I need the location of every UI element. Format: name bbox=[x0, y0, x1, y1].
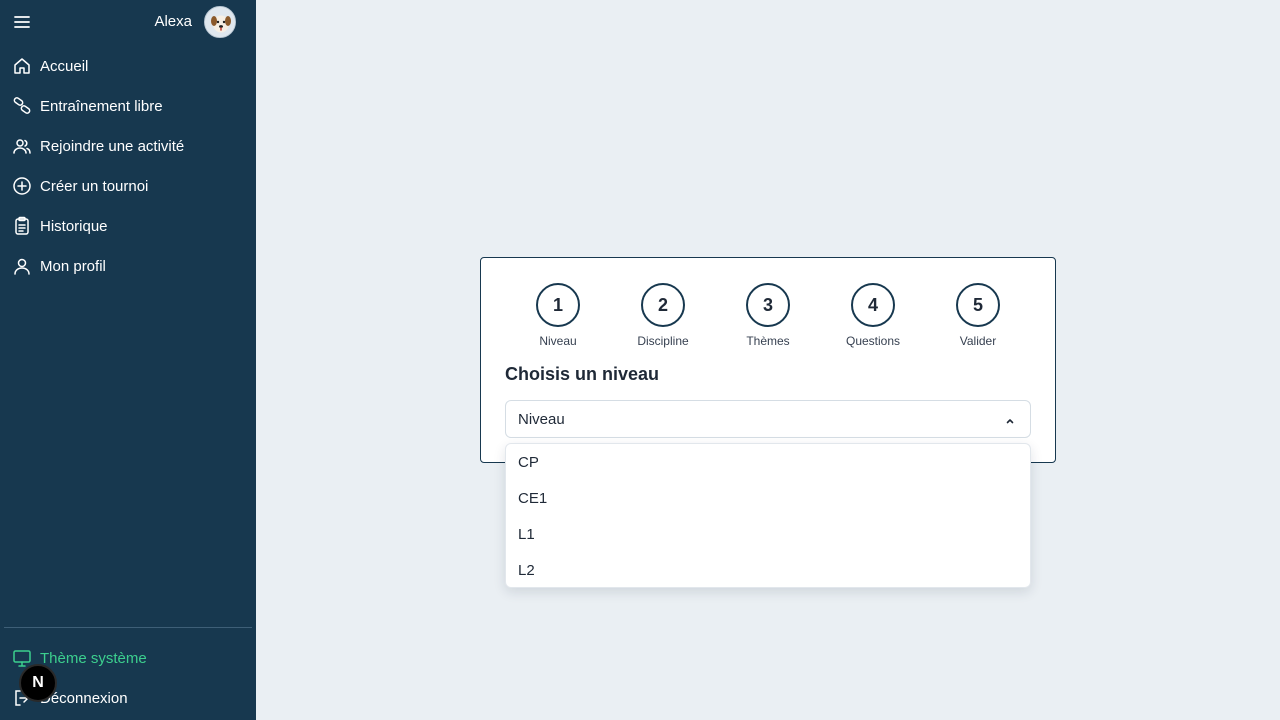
sidebar-header: Alexa bbox=[0, 0, 256, 44]
nextjs-dev-badge[interactable]: N bbox=[19, 664, 57, 702]
avatar[interactable] bbox=[204, 6, 236, 38]
theme-label: Thème système bbox=[40, 649, 147, 667]
option-l2[interactable]: L2 bbox=[506, 552, 1030, 588]
step-niveau[interactable]: 1 Niveau bbox=[518, 283, 598, 348]
sidebar-item-label: Historique bbox=[40, 217, 108, 235]
step-number: 5 bbox=[956, 283, 1000, 327]
step-questions[interactable]: 4 Questions bbox=[833, 283, 913, 348]
nextjs-logo-icon: N bbox=[32, 674, 44, 691]
step-themes[interactable]: 3 Thèmes bbox=[728, 283, 808, 348]
sidebar-item-label: Créer un tournoi bbox=[40, 177, 149, 195]
option-cp[interactable]: CP bbox=[506, 444, 1030, 480]
sidebar-item-label: Entraînement libre bbox=[40, 97, 163, 115]
menu-icon[interactable] bbox=[13, 13, 31, 31]
sidebar-item-creer-tournoi[interactable]: Créer un tournoi bbox=[0, 166, 256, 206]
dog-avatar-icon bbox=[205, 7, 235, 37]
home-icon bbox=[12, 56, 32, 76]
step-number: 4 bbox=[851, 283, 895, 327]
sidebar: Alexa Accueil Entraînement libre Rejoind… bbox=[0, 0, 256, 720]
page-title: Choisis un niveau bbox=[505, 364, 660, 384]
select-value: Niveau bbox=[518, 411, 565, 428]
step-number: 2 bbox=[641, 283, 685, 327]
username: Alexa bbox=[154, 13, 192, 30]
step-valider[interactable]: 5 Valider bbox=[938, 283, 1018, 348]
step-number: 3 bbox=[746, 283, 790, 327]
pills-icon bbox=[12, 96, 32, 116]
clipboard-icon bbox=[12, 216, 32, 236]
sidebar-divider bbox=[4, 627, 252, 628]
plus-circle-icon bbox=[12, 176, 32, 196]
step-label: Discipline bbox=[637, 334, 689, 348]
sidebar-item-accueil[interactable]: Accueil bbox=[0, 46, 256, 86]
step-number: 1 bbox=[536, 283, 580, 327]
user-icon bbox=[12, 256, 32, 276]
stepper: 1 Niveau 2 Discipline 3 Thèmes 4 Questio… bbox=[481, 283, 1057, 348]
sidebar-nav: Accueil Entraînement libre Rejoindre une… bbox=[0, 46, 256, 286]
step-discipline[interactable]: 2 Discipline bbox=[623, 283, 703, 348]
sidebar-item-label: Accueil bbox=[40, 57, 89, 75]
chevron-up-icon bbox=[1004, 414, 1016, 426]
step-label: Valider bbox=[959, 334, 997, 348]
niveau-select[interactable]: Niveau bbox=[505, 400, 1031, 438]
sidebar-item-label: Mon profil bbox=[40, 257, 106, 275]
option-l1[interactable]: L1 bbox=[506, 516, 1030, 552]
sidebar-item-label: Rejoindre une activité bbox=[40, 137, 185, 155]
niveau-dropdown-list: CP CE1 L1 L2 bbox=[505, 443, 1031, 588]
step-label: Thèmes bbox=[746, 334, 790, 348]
wizard-card: 1 Niveau 2 Discipline 3 Thèmes 4 Questio… bbox=[480, 257, 1056, 463]
sidebar-item-historique[interactable]: Historique bbox=[0, 206, 256, 246]
step-label: Niveau bbox=[539, 334, 577, 348]
step-label: Questions bbox=[845, 334, 901, 348]
sidebar-item-rejoindre[interactable]: Rejoindre une activité bbox=[0, 126, 256, 166]
sidebar-item-entrainement-libre[interactable]: Entraînement libre bbox=[0, 86, 256, 126]
option-ce1[interactable]: CE1 bbox=[506, 480, 1030, 516]
users-icon bbox=[12, 136, 32, 156]
sidebar-item-mon-profil[interactable]: Mon profil bbox=[0, 246, 256, 286]
